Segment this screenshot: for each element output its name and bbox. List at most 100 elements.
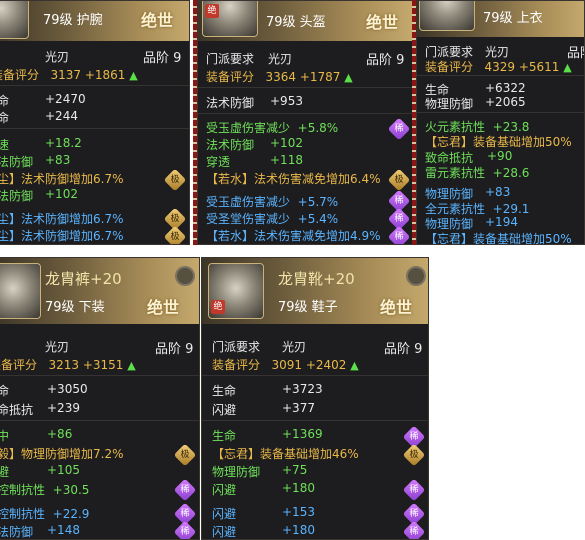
extra-stat: 生命	[212, 429, 237, 443]
gem-epic-icon[interactable]: 极	[402, 443, 426, 467]
extra-stat-value: +180	[282, 523, 315, 537]
base-stat-value: +239	[47, 401, 80, 415]
card-header: 79级 护腕 绝世	[0, 1, 189, 41]
base-stat: 法术防御	[206, 96, 255, 110]
emblem-icon	[175, 266, 195, 286]
set-bonus: 尘】法术防御增加6.7%	[0, 229, 124, 243]
base-stat: 物理防御	[425, 97, 474, 111]
extra-stat-value: +83	[45, 153, 71, 167]
sect-req-value: 光刃	[268, 52, 293, 66]
grade-label: 品阶 9	[143, 51, 182, 66]
base-stat: 命	[0, 92, 9, 109]
gear-score: 装备评分 3137 +1861 ▲	[0, 68, 138, 82]
extra-stat: 避	[0, 463, 9, 480]
tier-badge: 绝	[205, 4, 219, 18]
base-stat-value: +2470	[45, 92, 86, 106]
gem-rare-icon[interactable]: 稀	[387, 225, 411, 244]
item-level-type: 79级 上衣	[483, 11, 543, 26]
set-bonus: 【忘君】装备基础增加50%	[425, 232, 572, 245]
gem-rare-icon[interactable]: 稀	[402, 478, 426, 502]
gear-score: 装备评分 4329 +5611 ▲	[425, 60, 572, 74]
card-header: 绝 79级 头盔 绝世	[198, 1, 412, 41]
gear-score: 装备评分 3213 +3151 ▲	[0, 358, 136, 372]
set-bonus: 【忘君】装备基础增加50%	[425, 135, 572, 149]
base-stat-value: +6322	[485, 81, 526, 95]
gem-epic-icon[interactable]: 极	[387, 168, 411, 192]
extra-stat-value: +18.2	[45, 136, 82, 150]
base-stat-value: +953	[270, 94, 303, 108]
gem-epic-icon[interactable]: 极	[173, 443, 197, 467]
base-stat: 命	[0, 109, 9, 126]
base-stat-value: +244	[45, 109, 78, 123]
base-stat: 生命	[212, 384, 237, 398]
item-name: 龙胄靴+20	[278, 270, 355, 288]
set-bonus: 尘】法术防御增加6.7%	[0, 212, 124, 226]
sect-req-label: 门派要求	[212, 340, 261, 354]
extra-stat: 中	[0, 427, 9, 444]
extra-stat: 物理防御	[212, 465, 261, 479]
sect-req-value: 光刃	[45, 340, 70, 354]
sect-req-value: 光刃	[45, 50, 70, 64]
extra-stat-value: +86	[47, 427, 73, 441]
gem-epic-icon[interactable]: 极	[163, 225, 187, 244]
extra-stat: 闪避	[212, 525, 237, 539]
base-stat: 命抵抗	[0, 403, 34, 417]
extra-stat: 控制抗性 +22.9	[0, 507, 90, 521]
item-card-top[interactable]: 79级 上衣 门派要求 光刃 品阶 装备评分 4329 +5611 ▲ 生命 +…	[416, 0, 585, 245]
extra-stat-value: +153	[282, 505, 315, 519]
gear-score: 装备评分 3091 +2402 ▲	[212, 358, 359, 372]
extra-stat: 法防御	[0, 189, 34, 203]
item-card-pants[interactable]: 龙胄裤+20 79级 下装 绝世 光刃 品阶 9 装备评分 3213 +3151…	[0, 257, 200, 540]
item-icon: 绝	[208, 263, 264, 319]
gem-rare-icon[interactable]: 稀	[387, 117, 411, 141]
item-level-type: 79级 头盔	[266, 15, 326, 30]
sect-req-value: 光刃	[282, 340, 307, 354]
tier-badge: 绝	[211, 300, 225, 314]
item-level-type: 79级 护腕	[43, 13, 103, 28]
base-stat-value: +377	[282, 401, 315, 415]
extra-stat-value: +148	[47, 523, 80, 537]
extra-stat-value: +90	[487, 149, 513, 163]
tier-label: 绝世	[380, 298, 413, 317]
extra-stat: 受圣堂伤害减少 +5.4%	[206, 212, 339, 226]
item-name: 龙胄裤+20	[45, 270, 122, 288]
gem-rare-icon[interactable]: 稀	[173, 478, 197, 502]
extra-stat-value: +1369	[282, 427, 323, 441]
tier-label: 绝世	[366, 13, 399, 32]
extra-stat: 法术防御	[206, 138, 255, 152]
card-header: 绝 龙胄靴+20 79级 鞋子 绝世	[202, 258, 428, 324]
extra-stat-value: +102	[270, 136, 303, 150]
sect-req-label: 门派要求	[206, 52, 255, 66]
extra-stat: 速	[0, 136, 9, 153]
set-bonus: 【若水】法术伤害减免增加4.9%	[206, 229, 381, 243]
gem-rare-icon[interactable]: 稀	[402, 520, 426, 539]
extra-stat: 控制抗性 +30.5	[0, 483, 90, 497]
set-bonus: 【忘君】装备基础增加46%	[212, 447, 359, 461]
item-icon	[419, 1, 475, 31]
extra-stat: 闪避	[212, 483, 237, 497]
item-icon: 绝	[202, 1, 258, 37]
item-icon	[0, 263, 41, 319]
set-bonus: 【若水】法术伤害减免增加6.4%	[206, 172, 381, 186]
extra-stat-value: +75	[282, 463, 308, 477]
extra-stat: 雷元素抗性 +28.6	[425, 166, 530, 180]
gem-rare-icon[interactable]: 稀	[173, 520, 197, 539]
tier-label: 绝世	[147, 298, 180, 317]
tier-label: 绝世	[141, 11, 174, 30]
extra-stat-value: +194	[485, 215, 518, 229]
item-card-wrist[interactable]: 79级 护腕 绝世 光刃 品阶 9 装备评分 3137 +1861 ▲ 命 +2…	[0, 0, 190, 245]
gear-score: 装备评分 3364 +1787 ▲	[206, 70, 353, 84]
gem-epic-icon[interactable]: 极	[163, 168, 187, 192]
card-header: 79级 上衣	[417, 1, 584, 37]
item-card-helmet[interactable]: 绝 79级 头盔 绝世 门派要求 光刃 品阶 9 装备评分 3364 +1787…	[197, 0, 413, 245]
base-stat-value: +3050	[47, 382, 88, 396]
base-stat-value: +2065	[485, 95, 526, 109]
item-icon	[0, 1, 29, 39]
emblem-icon	[406, 266, 426, 286]
grade-label: 品阶 9	[366, 53, 405, 68]
grade-label: 品阶 9	[155, 342, 194, 357]
extra-stat: 受玉虚伤害减少 +5.8%	[206, 121, 339, 135]
item-card-shoes[interactable]: 绝 龙胄靴+20 79级 鞋子 绝世 门派要求 光刃 品阶 9 装备评分 309…	[201, 257, 429, 540]
item-level-type: 79级 下装	[45, 300, 105, 315]
card-header: 龙胄裤+20 79级 下装 绝世	[0, 258, 199, 324]
